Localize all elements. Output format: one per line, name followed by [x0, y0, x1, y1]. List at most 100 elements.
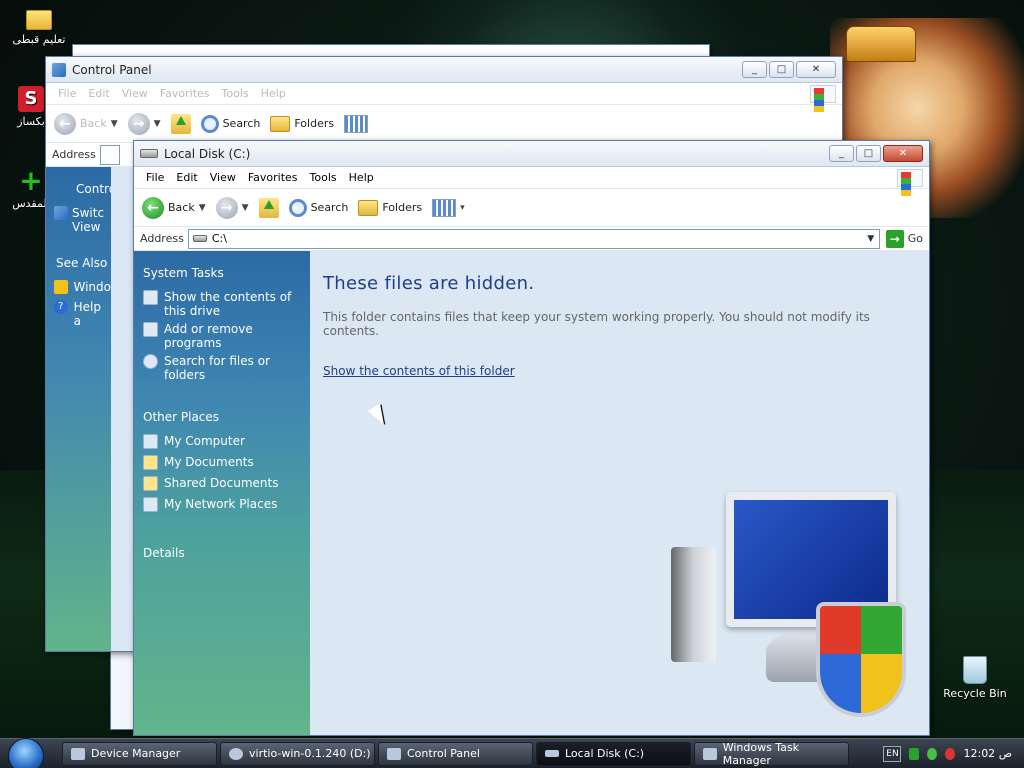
security-alert-icon[interactable]: [945, 747, 956, 760]
minimize-button[interactable]: _: [829, 145, 854, 162]
address-field[interactable]: C:\ ▼: [187, 228, 880, 249]
menu-file[interactable]: File: [140, 171, 170, 184]
menu-view[interactable]: View: [116, 87, 154, 100]
menu-favorites[interactable]: Favorites: [242, 171, 304, 184]
close-button[interactable]: ✕: [796, 61, 836, 78]
taskbar-tasks: Device Manager virtio-win-0.1.240 (D:) C…: [62, 741, 849, 767]
s-app-icon: S: [18, 86, 44, 112]
task-manager-icon: [703, 747, 717, 760]
place-label: My Documents: [164, 455, 254, 469]
pc-tower-image: [671, 547, 716, 662]
desktop-icon-label: تعليم قبطى: [12, 33, 66, 46]
chevron-down-icon: ▼: [110, 118, 118, 129]
control-panel-icon: [52, 62, 66, 77]
menu-help[interactable]: Help: [343, 171, 380, 184]
minimize-button[interactable]: _: [742, 61, 767, 78]
up-folder-button[interactable]: [170, 113, 191, 134]
show-contents-link[interactable]: Show the contents of this folder: [323, 364, 515, 378]
windows-update-label: Windo: [73, 280, 112, 294]
go-button[interactable]: → Go: [885, 229, 923, 248]
menu-edit[interactable]: Edit: [82, 87, 115, 100]
task-label: virtio-win-0.1.240 (D:): [249, 747, 371, 760]
forward-button[interactable]: → ▼: [127, 112, 161, 135]
folders-button[interactable]: Folders: [358, 199, 423, 216]
back-label: Back: [168, 201, 195, 214]
folders-button[interactable]: Folders: [270, 115, 334, 132]
place-my-network-places[interactable]: My Network Places: [134, 491, 310, 512]
title-bar[interactable]: Control Panel _ □ ✕: [46, 57, 842, 83]
task-control-panel[interactable]: Control Panel: [378, 741, 533, 766]
chevron-down-icon: ▼: [198, 202, 206, 213]
task-label: programs: [164, 336, 222, 350]
task-add-remove-programs[interactable]: Add or remove programs: [134, 318, 310, 350]
search-icon: [288, 198, 307, 217]
up-folder-button[interactable]: [258, 197, 279, 218]
desktop-icon-recycle-bin[interactable]: Recycle Bin: [938, 656, 1012, 700]
maximize-button[interactable]: □: [856, 145, 881, 162]
place-shared-documents[interactable]: Shared Documents: [134, 470, 310, 491]
clock[interactable]: 12:02 ص: [963, 747, 1012, 760]
search-button[interactable]: Search: [200, 114, 261, 133]
forward-arrow-icon: →: [127, 112, 150, 135]
title-bar[interactable]: Local Disk (C:) _ □ ✕: [134, 141, 929, 167]
local-disk-icon: [140, 149, 158, 158]
windows-update-link[interactable]: Windo: [54, 280, 111, 294]
menu-tools[interactable]: Tools: [216, 87, 255, 100]
task-local-disk[interactable]: Local Disk (C:): [536, 741, 691, 766]
computer-security-illustration: [671, 492, 921, 727]
menu-file[interactable]: File: [52, 87, 82, 100]
network-icon[interactable]: [909, 747, 920, 760]
start-button[interactable]: [0, 737, 52, 768]
add-remove-icon: [143, 322, 158, 337]
local-disk-window[interactable]: Local Disk (C:) _ □ ✕ File Edit View Fav…: [133, 140, 930, 736]
toolbar: ← Back ▼ → ▼ Search Folders: [46, 105, 842, 143]
windows-flag-icon: [897, 168, 923, 196]
search-label: Search: [310, 201, 349, 214]
safely-remove-icon[interactable]: [927, 747, 938, 760]
menu-view[interactable]: View: [204, 171, 242, 184]
recycle-bin-icon: [963, 656, 987, 684]
control-panel-sidebar: Contro Switc View See Also Windo ? Help a: [46, 167, 116, 651]
language-indicator[interactable]: EN: [883, 745, 902, 762]
address-field[interactable]: [99, 144, 120, 165]
help-link[interactable]: ? Help a: [54, 300, 111, 328]
task-label: Search for files or: [164, 354, 270, 368]
desktop-icon-folder[interactable]: تعليم قبطى: [2, 6, 76, 46]
views-button[interactable]: [344, 114, 369, 133]
menu-edit[interactable]: Edit: [170, 171, 203, 184]
switch-line1: Switc: [72, 206, 105, 220]
task-virtio-drive[interactable]: virtio-win-0.1.240 (D:): [220, 741, 375, 766]
switch-view-link[interactable]: Switc View: [54, 206, 111, 234]
taskbar: Device Manager virtio-win-0.1.240 (D:) C…: [0, 737, 1024, 768]
back-label: Back: [80, 117, 107, 130]
plus-icon: +: [19, 164, 43, 197]
up-folder-icon: [258, 197, 279, 218]
back-button[interactable]: ← Back ▼: [54, 112, 118, 135]
back-arrow-icon: ←: [54, 112, 76, 135]
task-task-manager[interactable]: Windows Task Manager: [694, 741, 849, 767]
menu-tools[interactable]: Tools: [304, 171, 343, 184]
task-device-manager[interactable]: Device Manager: [62, 741, 217, 766]
network-places-icon: [143, 497, 158, 512]
menu-favorites[interactable]: Favorites: [154, 87, 216, 100]
drive-icon: [192, 235, 207, 242]
views-button[interactable]: ▾: [432, 198, 465, 217]
task-label: this drive: [164, 304, 221, 318]
back-button[interactable]: ← Back ▼: [142, 196, 206, 219]
details-heading[interactable]: Details: [143, 546, 310, 560]
windows-flag-icon: [810, 84, 836, 112]
menu-help[interactable]: Help: [255, 87, 292, 100]
search-label: Search: [222, 117, 261, 130]
task-search-files[interactable]: Search for files or folders: [134, 350, 310, 382]
forward-button[interactable]: → ▼: [215, 196, 249, 219]
place-my-documents[interactable]: My Documents: [134, 449, 310, 470]
chevron-down-icon[interactable]: ▼: [863, 234, 879, 244]
close-button[interactable]: ✕: [883, 145, 923, 162]
place-my-computer[interactable]: My Computer: [134, 430, 310, 449]
maximize-button[interactable]: □: [769, 61, 794, 78]
hidden-files-heading: These files are hidden.: [323, 273, 535, 294]
folders-label: Folders: [382, 201, 423, 214]
folders-icon: [270, 115, 291, 132]
search-button[interactable]: Search: [288, 198, 349, 217]
task-show-drive-contents[interactable]: Show the contents of this drive: [134, 286, 310, 318]
